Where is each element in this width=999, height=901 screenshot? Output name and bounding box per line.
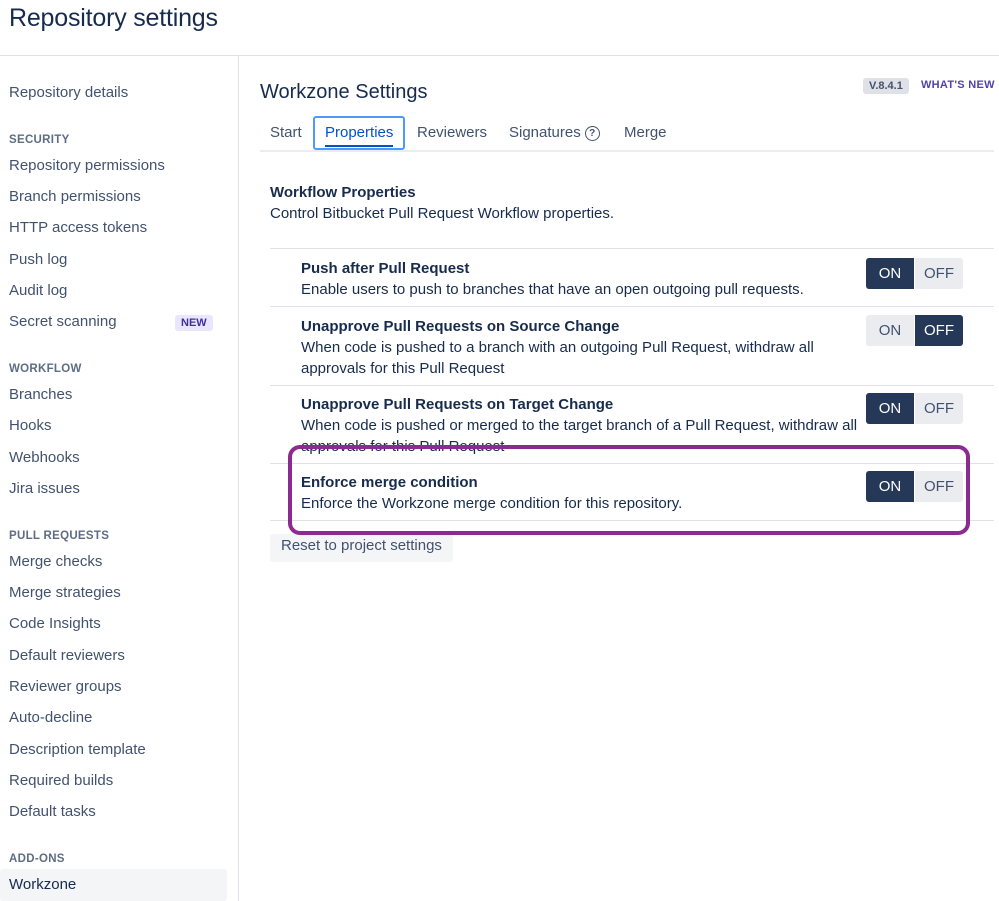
sidebar-item-repository-details[interactable]: Repository details [9, 83, 128, 103]
property-title: Unapprove Pull Requests on Target Change [301, 396, 614, 413]
property-title: Push after Pull Request [301, 260, 470, 277]
whats-new-link[interactable]: WHAT'S NEW [921, 78, 995, 92]
toggle-off-button[interactable]: OFF [915, 258, 963, 289]
sidebar-item-required-builds[interactable]: Required builds [9, 771, 113, 791]
workflow-properties-heading: Workflow Properties [270, 184, 416, 201]
tab-properties[interactable]: Properties [313, 116, 406, 150]
row-divider [270, 248, 994, 249]
new-badge: NEW [175, 315, 213, 331]
sidebar-heading-add-ons: ADD-ONS [9, 853, 65, 865]
workzone-settings-title: Workzone Settings [260, 81, 428, 103]
sidebar-item-auto-decline[interactable]: Auto-decline [9, 708, 92, 728]
property-title: Unapprove Pull Requests on Source Change [301, 318, 620, 335]
sidebar-item-reviewer-groups[interactable]: Reviewer groups [9, 677, 122, 697]
sidebar-heading-workflow: WORKFLOW [9, 363, 82, 375]
sidebar-item-jira-issues[interactable]: Jira issues [9, 479, 80, 499]
settings-tabs: Start Properties Reviewers Signatures? M… [260, 116, 994, 152]
workflow-properties-description: Control Bitbucket Pull Request Workflow … [270, 205, 615, 222]
page-title: Repository settings [9, 4, 218, 32]
sidebar-item-branch-permissions[interactable]: Branch permissions [9, 187, 141, 207]
sidebar-item-default-tasks[interactable]: Default tasks [9, 802, 96, 822]
reset-to-project-settings-button[interactable]: Reset to project settings [270, 534, 453, 562]
version-badge: V.8.4.1 [863, 78, 909, 94]
tab-start[interactable]: Start [270, 116, 302, 150]
sidebar-item-merge-checks[interactable]: Merge checks [9, 552, 102, 572]
sidebar-item-push-log[interactable]: Push log [9, 250, 67, 270]
tab-signatures-label: Signatures [509, 124, 581, 141]
push-after-pr-toggle: ON OFF [866, 258, 963, 289]
sidebar-item-http-access-tokens[interactable]: HTTP access tokens [9, 218, 147, 238]
sidebar-item-default-reviewers[interactable]: Default reviewers [9, 646, 125, 666]
tab-reviewers[interactable]: Reviewers [417, 116, 487, 150]
sidebar-item-description-template[interactable]: Description template [9, 740, 146, 760]
row-divider [270, 385, 994, 386]
tab-merge[interactable]: Merge [624, 116, 667, 150]
tab-signatures[interactable]: Signatures? [509, 116, 600, 150]
sidebar-item-workzone[interactable]: Workzone [0, 869, 227, 901]
sidebar-heading-security: SECURITY [9, 134, 70, 146]
sidebar-item-repository-permissions[interactable]: Repository permissions [9, 156, 165, 176]
property-description: Enable users to push to branches that ha… [301, 281, 804, 298]
sidebar-item-merge-strategies[interactable]: Merge strategies [9, 583, 121, 603]
help-circle-icon[interactable]: ? [584, 126, 600, 141]
sidebar-item-code-insights[interactable]: Code Insights [9, 614, 101, 634]
sidebar-item-secret-scanning[interactable]: Secret scanning [9, 312, 117, 332]
row-divider [270, 306, 994, 307]
sidebar-heading-pull-requests: PULL REQUESTS [9, 530, 110, 542]
toggle-on-button[interactable]: ON [866, 315, 914, 346]
toggle-on-button[interactable]: ON [866, 258, 914, 289]
toggle-on-button[interactable]: ON [866, 393, 914, 424]
active-tab-indicator [325, 145, 394, 147]
unapprove-source-change-toggle: ON OFF [866, 315, 963, 346]
sidebar-item-audit-log[interactable]: Audit log [9, 281, 67, 301]
tab-properties-label: Properties [325, 124, 394, 141]
toggle-off-button[interactable]: OFF [915, 393, 963, 424]
sidebar-item-hooks[interactable]: Hooks [9, 416, 52, 436]
highlight-annotation [288, 445, 970, 535]
sidebar-item-branches[interactable]: Branches [9, 385, 72, 405]
property-description: When code is pushed to a branch with an … [301, 339, 814, 377]
unapprove-target-change-toggle: ON OFF [866, 393, 963, 424]
toggle-off-button[interactable]: OFF [915, 315, 963, 346]
sidebar-item-webhooks[interactable]: Webhooks [9, 448, 80, 468]
